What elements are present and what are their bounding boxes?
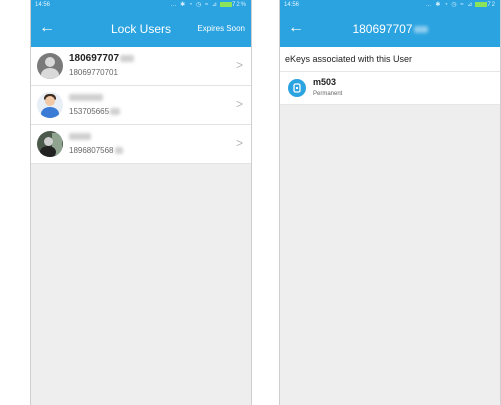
app-bar: ← Lock Users Expires Soon <box>31 11 251 47</box>
ekey-name: m503 <box>313 77 337 87</box>
chevron-right-icon: > <box>235 97 243 111</box>
status-time: 14:56 <box>284 2 300 8</box>
user-name: 180697707 <box>69 53 135 64</box>
battery-icon <box>219 1 232 7</box>
user-row[interactable]: 1896807568 > <box>31 125 251 164</box>
status-icons: … ✱ ◔ ◷ ≈ ⊿ 72% <box>170 0 247 11</box>
battery-level: 72% <box>231 2 247 8</box>
ekey-icon <box>288 79 306 97</box>
page-title: 180697707 <box>280 22 500 36</box>
photo-avatar-icon <box>37 131 63 157</box>
user-ekeys-screen: 14:56 … ✱ ◔ ◷ ≈ ⊿ 72 ← 180697707 eKeys as… <box>279 0 501 405</box>
expires-soon-button[interactable]: Expires Soon <box>197 24 245 33</box>
section-header: eKeys associated with this User <box>280 47 500 72</box>
battery-level: 72 <box>487 2 496 8</box>
status-bar: 14:56 … ✱ ◔ ◷ ≈ ⊿ 72 <box>280 0 500 11</box>
status-icons: … ✱ ◔ ◷ ≈ ⊿ 72 <box>426 0 496 11</box>
user-row[interactable]: 153705665 > <box>31 86 251 125</box>
user-phone: 1896807568 <box>69 146 123 155</box>
status-time: 14:56 <box>35 2 51 8</box>
signal-icons: … ✱ ◔ ◷ ≈ ⊿ <box>425 2 474 8</box>
user-row[interactable]: 180697707 18069770701 > <box>31 47 251 86</box>
default-avatar-icon <box>37 53 63 79</box>
user-phone: 18069770701 <box>69 68 118 77</box>
app-bar: ← 180697707 <box>280 11 500 47</box>
status-bar: 14:56 … ✱ ◔ ◷ ≈ ⊿ 72% <box>31 0 251 11</box>
girl-avatar-icon <box>37 92 63 118</box>
ekey-row[interactable]: m503 Permanent <box>280 72 500 105</box>
chevron-right-icon: > <box>235 58 243 72</box>
signal-icons: … ✱ ◔ ◷ ≈ ⊿ <box>170 2 218 8</box>
ekey-type: Permanent <box>313 91 343 97</box>
user-name <box>69 131 91 142</box>
user-phone: 153705665 <box>69 107 121 116</box>
user-name <box>69 92 103 103</box>
lock-users-screen: 14:56 … ✱ ◔ ◷ ≈ ⊿ 72% ← Lock Users Expire… <box>30 0 252 405</box>
battery-icon <box>475 1 488 7</box>
chevron-right-icon: > <box>235 136 243 150</box>
